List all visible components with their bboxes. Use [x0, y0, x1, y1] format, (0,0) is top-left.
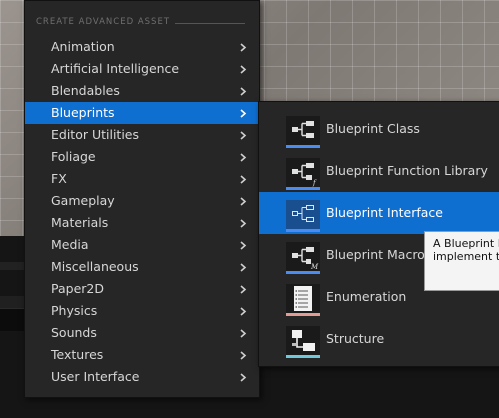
sub-item-label: Blueprint Function Library [326, 163, 488, 178]
menu-item-label: Sounds [51, 325, 97, 340]
menu-item-label: Blueprints [51, 105, 115, 120]
chevron-right-icon [239, 300, 249, 322]
menu-item-blueprint-function-library[interactable]: f Blueprint Function Library [259, 150, 499, 192]
structure-icon [286, 326, 320, 358]
menu-item-paper2d[interactable]: Paper2D [25, 278, 259, 300]
create-asset-context-menu: CREATE ADVANCED ASSET Animation Artifici… [24, 0, 260, 398]
asset-color-bar [286, 187, 320, 190]
sub-item-label: Enumeration [326, 289, 407, 304]
menu-item-label: Blendables [51, 83, 120, 98]
menu-item-blueprint-class[interactable]: Blueprint Class [259, 108, 499, 150]
menu-item-user-interface[interactable]: User Interface [25, 366, 259, 388]
menu-item-label: Gameplay [51, 193, 115, 208]
menu-item-artificial-intelligence[interactable]: Artificial Intelligence [25, 58, 259, 80]
menu-item-materials[interactable]: Materials [25, 212, 259, 234]
menu-item-editor-utilities[interactable]: Editor Utilities [25, 124, 259, 146]
chevron-right-icon [239, 80, 249, 102]
chevron-right-icon [239, 190, 249, 212]
tooltip: A Blueprint I implement th [424, 231, 499, 291]
menu-item-label: Foliage [51, 149, 96, 164]
asset-color-bar [286, 355, 320, 358]
asset-color-bar [286, 145, 320, 148]
chevron-right-icon [239, 366, 249, 388]
svg-text:M: M [310, 263, 319, 271]
chevron-right-icon [239, 168, 249, 190]
asset-type-icon [53, 0, 73, 7]
menu-item-textures[interactable]: Textures [25, 344, 259, 366]
menu-item-gameplay[interactable]: Gameplay [25, 190, 259, 212]
enumeration-icon [286, 284, 320, 316]
sub-item-label: Blueprint Interface [326, 205, 443, 220]
chevron-right-icon [239, 58, 249, 80]
menu-item-label: Miscellaneous [51, 259, 139, 274]
menu-item-blueprint-interface[interactable]: Blueprint Interface [259, 192, 499, 234]
menu-item-foliage[interactable]: Foliage [25, 146, 259, 168]
tooltip-line: A Blueprint I [433, 237, 499, 250]
menu-item-label: Physics [51, 303, 98, 318]
chevron-right-icon [239, 124, 249, 146]
chevron-right-icon [239, 278, 249, 300]
menu-item-fx[interactable]: FX [25, 168, 259, 190]
menu-item-structure[interactable]: Structure [259, 318, 499, 360]
chevron-right-icon [239, 146, 249, 168]
menu-item-blendables[interactable]: Blendables [25, 80, 259, 102]
tooltip-line: implement th [433, 250, 499, 263]
menu-item-label: Artificial Intelligence [51, 61, 180, 76]
sub-item-label: Blueprint Class [326, 121, 420, 136]
menu-item-label: User Interface [51, 369, 140, 384]
menu-item-label: Materials [51, 215, 109, 230]
menu-item-animation[interactable]: Animation [25, 36, 259, 58]
sub-item-label: Structure [326, 331, 385, 346]
menu-item-label: Media [51, 237, 89, 252]
blueprint-macro-library-icon: M [286, 242, 320, 274]
menu-item-miscellaneous[interactable]: Miscellaneous [25, 256, 259, 278]
section-header: CREATE ADVANCED ASSET [36, 17, 171, 27]
menu-item-media[interactable]: Media [25, 234, 259, 256]
chevron-right-icon [239, 322, 249, 344]
chevron-right-icon [239, 102, 249, 124]
chevron-right-icon [239, 256, 249, 278]
chevron-right-icon [239, 36, 249, 58]
advanced-asset-category-list: Animation Artificial Intelligence Blenda… [25, 36, 259, 388]
menu-item-label: FX [51, 171, 67, 186]
menu-item-label: Textures [51, 347, 104, 362]
menu-item-label: Animation [51, 39, 115, 54]
chevron-right-icon [239, 344, 249, 366]
menu-item-label: Paper2D [51, 281, 104, 296]
blueprint-interface-icon [286, 200, 320, 232]
menu-item-physics[interactable]: Physics [25, 300, 259, 322]
svg-text:f: f [312, 179, 317, 187]
asset-color-bar [286, 313, 320, 316]
asset-color-bar [286, 271, 320, 274]
menu-item-blueprints[interactable]: Blueprints [25, 102, 259, 124]
asset-color-bar [286, 229, 320, 232]
section-divider [175, 23, 245, 24]
chevron-right-icon [239, 212, 249, 234]
blueprint-class-icon [286, 116, 320, 148]
chevron-right-icon [239, 234, 249, 256]
menu-item-label: Editor Utilities [51, 127, 140, 142]
menu-item-sounds[interactable]: Sounds [25, 322, 259, 344]
blueprint-function-library-icon: f [286, 158, 320, 190]
